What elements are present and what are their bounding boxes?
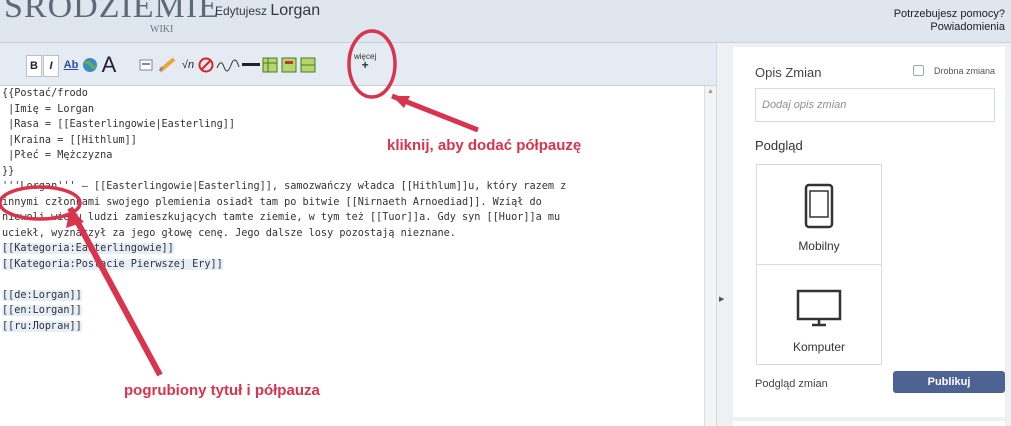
dash-hint-note: kliknij, aby dodać półpauzę (387, 137, 582, 154)
more-button-highlight-circle (347, 29, 397, 99)
bold-hint-note: pogrubiony tytuł i półpauza (124, 382, 320, 399)
annotation-overlay (0, 29, 479, 377)
bold-hint-arrow (67, 206, 163, 377)
title-highlight-circle (0, 185, 82, 221)
